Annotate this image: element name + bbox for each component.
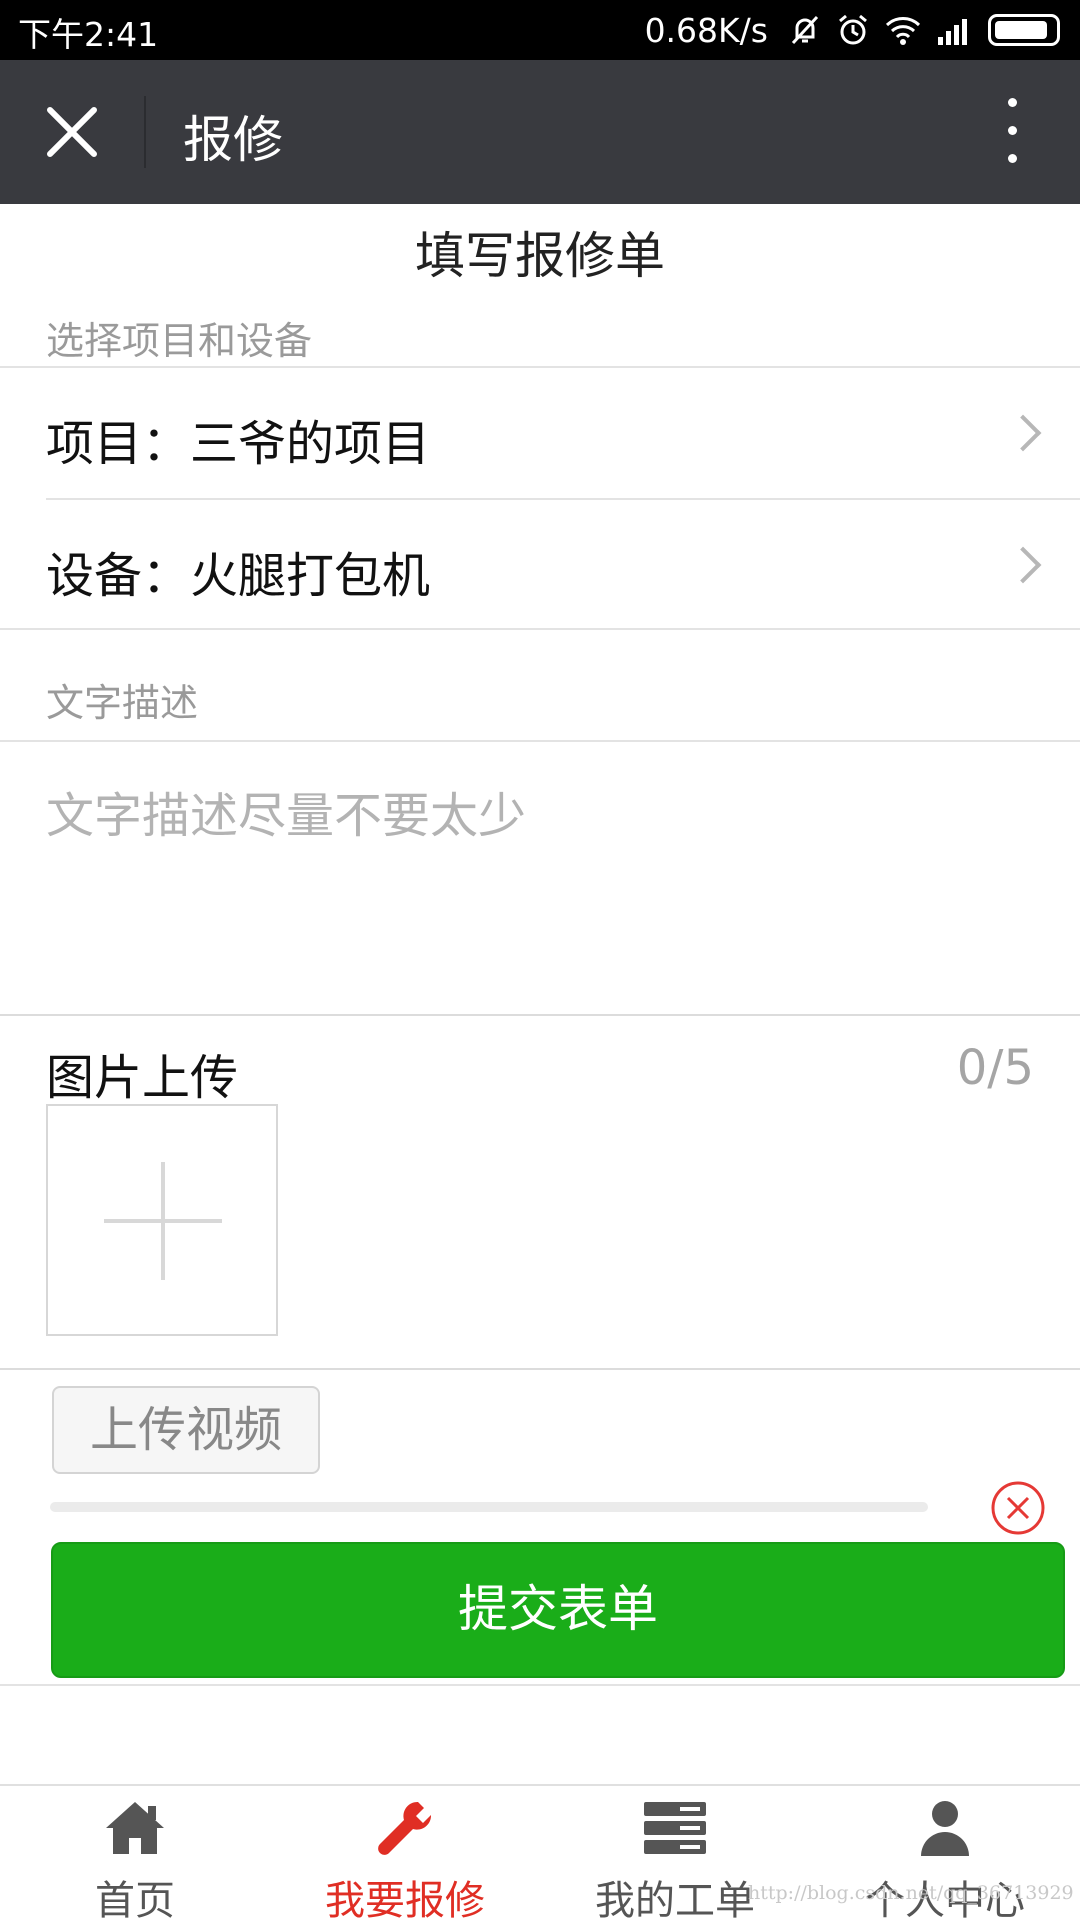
watermark: http://blog.csdn.net/qq_36713929	[748, 1882, 1074, 1904]
page-title: 报修	[183, 111, 283, 169]
signal-icon	[938, 19, 967, 45]
select-section-label: 选择项目和设备	[46, 319, 313, 363]
divider	[0, 1684, 1080, 1686]
title-divider	[144, 96, 146, 168]
nav-item-repair[interactable]: 我要报修	[270, 1786, 540, 1924]
user-icon	[921, 1801, 969, 1856]
chevron-right-icon	[1004, 546, 1042, 584]
alarm-icon	[839, 14, 867, 45]
status-time: 下午2:41	[18, 15, 159, 54]
status-bar: 下午2:41 0.68K/s	[0, 0, 1080, 60]
close-icon[interactable]	[40, 100, 104, 164]
project-row[interactable]: 项目：三爷的项目	[0, 368, 1080, 498]
title-bar: 报修	[0, 60, 1080, 204]
device-row[interactable]: 设备：火腿打包机	[0, 500, 1080, 628]
wifi-icon	[885, 17, 921, 45]
home-icon	[106, 1802, 164, 1854]
net-speed: 0.68K/s	[644, 10, 768, 50]
description-placeholder: 文字描述尽量不要太少	[46, 788, 527, 844]
add-image-button[interactable]	[46, 1104, 278, 1336]
submit-button[interactable]: 提交表单	[51, 1542, 1065, 1678]
image-upload-label: 图片上传	[46, 1050, 239, 1106]
wrench-icon	[378, 1801, 432, 1855]
device-row-label: 设备：火腿打包机	[46, 548, 431, 604]
nav-label: 我要报修	[325, 1878, 485, 1924]
chevron-right-icon	[1004, 414, 1042, 452]
project-row-label: 项目：三爷的项目	[46, 416, 431, 472]
list-icon	[644, 1802, 706, 1854]
status-icons: 0.68K/s	[645, 6, 1060, 54]
mute-icon	[791, 15, 819, 45]
cancel-upload-icon[interactable]	[990, 1480, 1046, 1536]
divider	[0, 1368, 1080, 1370]
divider	[0, 628, 1080, 630]
form-title: 填写报修单	[415, 227, 665, 285]
nav-label: 首页	[95, 1878, 175, 1924]
divider	[0, 1014, 1080, 1016]
image-count: 0/5	[956, 1040, 1034, 1096]
battery-icon	[988, 14, 1060, 46]
more-vertical-icon[interactable]	[1002, 98, 1022, 168]
upload-video-button[interactable]: 上传视频	[52, 1386, 320, 1474]
desc-section-label: 文字描述	[46, 681, 199, 725]
nav-item-home[interactable]: 首页	[0, 1786, 270, 1924]
video-upload-progress	[50, 1502, 928, 1512]
